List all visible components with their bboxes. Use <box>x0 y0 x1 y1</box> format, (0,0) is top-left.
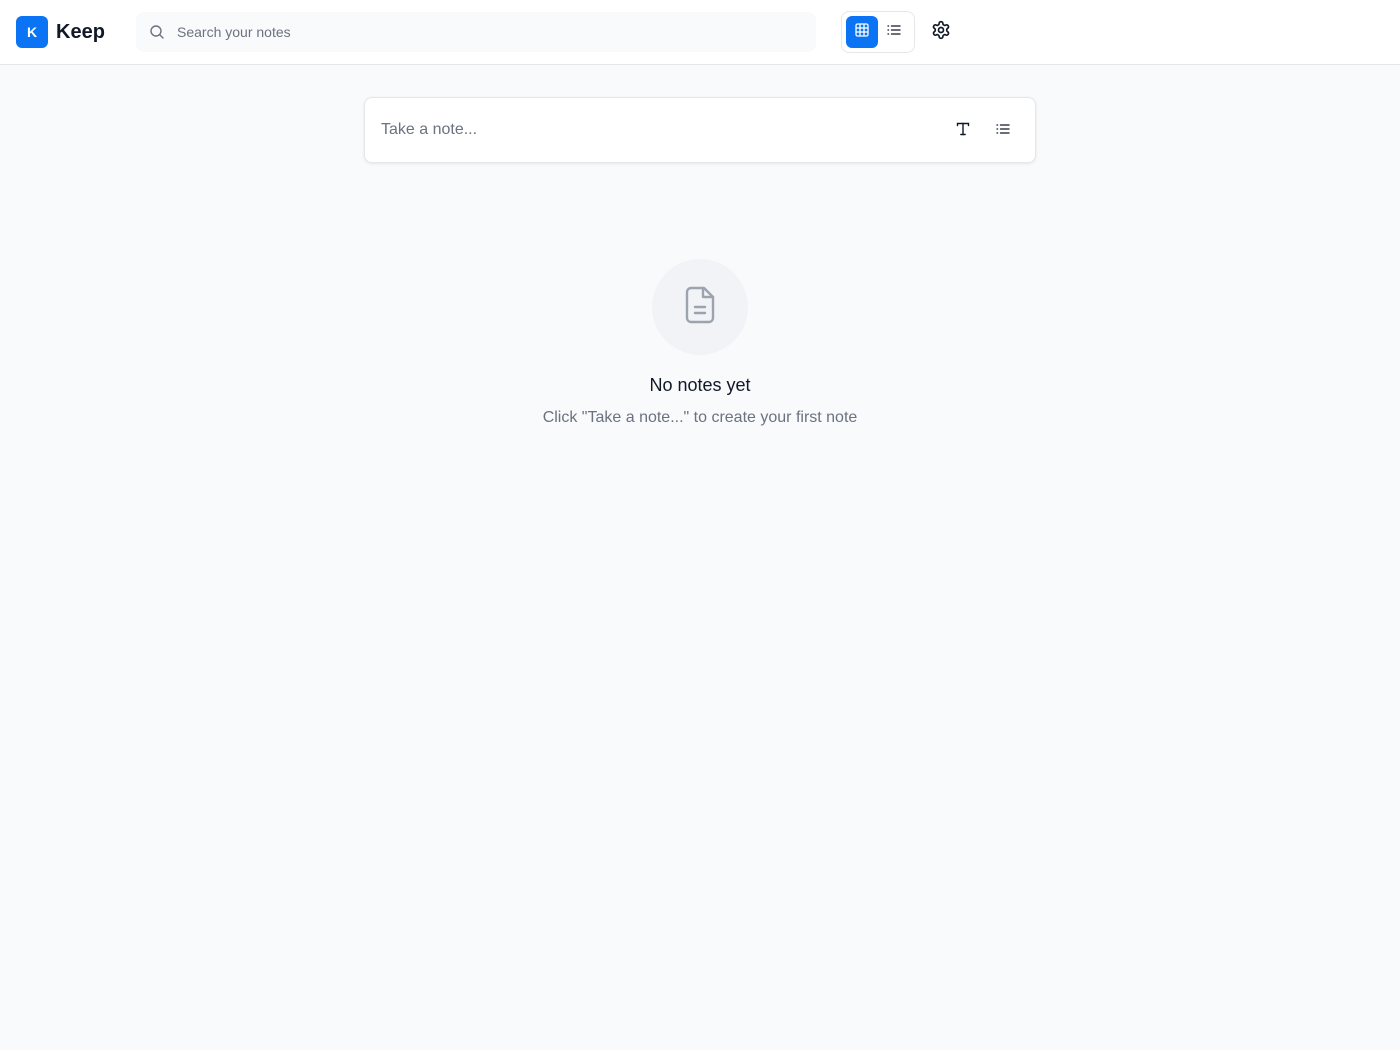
app-logo-letter: K <box>26 24 38 40</box>
list-view-button[interactable] <box>878 16 910 48</box>
empty-state-subtitle: Click "Take a note..." to create your fi… <box>542 409 858 426</box>
note-composer[interactable]: Take a note... <box>364 97 1036 163</box>
text-format-icon <box>956 121 970 141</box>
grid-view-button[interactable] <box>846 16 878 48</box>
top-bar: K Keep <box>0 0 1400 65</box>
list-icon <box>887 23 901 42</box>
grid-icon <box>855 22 869 42</box>
empty-state-illustration <box>652 259 748 355</box>
checklist-icon <box>996 122 1010 141</box>
gear-icon <box>931 20 951 45</box>
app-name: Keep <box>56 21 105 43</box>
search-bar[interactable] <box>136 12 816 52</box>
text-note-button[interactable] <box>947 115 979 147</box>
view-toggle <box>841 11 915 53</box>
search-icon <box>149 24 165 40</box>
settings-button[interactable] <box>925 16 957 48</box>
empty-state-title: No notes yet <box>649 375 751 395</box>
app-logo: K <box>16 16 48 48</box>
composer-placeholder[interactable]: Take a note... <box>381 121 477 139</box>
search-input[interactable] <box>177 12 797 52</box>
document-icon <box>682 285 718 330</box>
checklist-note-button[interactable] <box>987 115 1019 147</box>
